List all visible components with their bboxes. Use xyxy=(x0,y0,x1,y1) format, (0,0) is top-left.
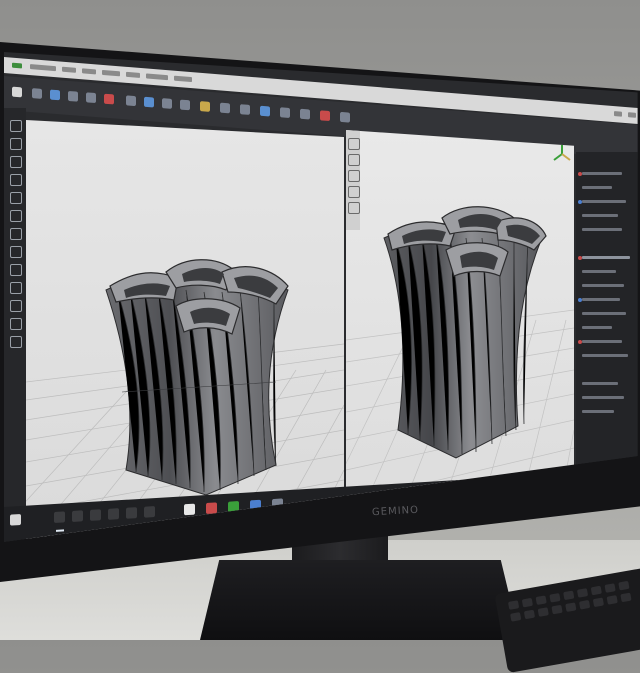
photo: GEMINO xyxy=(0,0,640,673)
app-icon[interactable] xyxy=(72,510,83,522)
tool-icon[interactable] xyxy=(340,111,350,123)
panel-row[interactable] xyxy=(582,354,628,357)
app-icon[interactable] xyxy=(206,502,217,514)
tool-icon[interactable] xyxy=(280,107,290,119)
rail-tool-icon[interactable] xyxy=(10,120,22,132)
panel-row[interactable] xyxy=(582,340,622,343)
panel-row[interactable] xyxy=(582,256,630,259)
move-icon[interactable] xyxy=(50,89,60,101)
rail-tool-icon[interactable] xyxy=(10,156,22,168)
left-tool-rail xyxy=(4,108,26,542)
tool-icon[interactable] xyxy=(104,93,114,105)
tool-icon[interactable] xyxy=(220,102,230,114)
tool-icon[interactable] xyxy=(200,101,210,112)
rail-tool-icon[interactable] xyxy=(10,264,22,276)
panel-row[interactable] xyxy=(582,298,620,301)
rail-tool-icon[interactable] xyxy=(10,192,22,204)
tool-icon[interactable] xyxy=(240,104,250,115)
rail-tool-icon[interactable] xyxy=(10,138,22,150)
panel-row[interactable] xyxy=(582,410,614,413)
rail-tool-icon[interactable] xyxy=(10,174,22,186)
taskbar-window-label[interactable] xyxy=(56,529,64,532)
panel-row[interactable] xyxy=(582,326,612,329)
scale-icon[interactable] xyxy=(86,92,96,104)
panel-row[interactable] xyxy=(582,200,626,203)
tool-icon[interactable] xyxy=(320,110,330,122)
tool-icon[interactable] xyxy=(180,99,190,111)
panel-row[interactable] xyxy=(582,312,626,315)
panel-row[interactable] xyxy=(582,186,612,189)
app-icon[interactable] xyxy=(126,507,137,519)
rail-tool-icon[interactable] xyxy=(10,282,22,294)
app-icon[interactable] xyxy=(144,506,155,518)
rail-tool-icon[interactable] xyxy=(10,318,22,330)
viewport-perspective[interactable] xyxy=(26,120,344,542)
monitor-stand-base xyxy=(200,560,520,640)
select-icon[interactable] xyxy=(32,88,42,99)
rail-tool-icon[interactable] xyxy=(10,228,22,240)
app-icon[interactable] xyxy=(54,511,65,524)
panel-row[interactable] xyxy=(582,172,622,175)
tool-icon[interactable] xyxy=(144,96,154,108)
panel-row[interactable] xyxy=(582,382,618,385)
panel-row[interactable] xyxy=(582,284,624,287)
viewport-secondary[interactable] xyxy=(346,130,574,525)
tool-icon[interactable] xyxy=(126,95,136,107)
app-icon[interactable] xyxy=(90,509,101,521)
rail-tool-icon[interactable] xyxy=(10,246,22,258)
rail-tool-icon[interactable] xyxy=(10,336,22,348)
panel-row[interactable] xyxy=(582,228,622,231)
rotate-icon[interactable] xyxy=(68,90,78,102)
tool-icon[interactable] xyxy=(300,108,310,120)
tool-icon[interactable] xyxy=(162,98,172,109)
tool-icon[interactable] xyxy=(260,105,270,117)
app-icon[interactable] xyxy=(184,503,195,516)
start-icon[interactable] xyxy=(10,513,21,526)
panel-row[interactable] xyxy=(582,214,618,217)
rail-tool-icon[interactable] xyxy=(10,300,22,312)
panel-row[interactable] xyxy=(582,270,616,273)
menu-icon[interactable] xyxy=(12,86,22,98)
vase-model-left xyxy=(105,259,289,496)
properties-panel xyxy=(576,152,638,492)
rail-tool-icon[interactable] xyxy=(10,210,22,222)
panel-row[interactable] xyxy=(582,396,624,399)
vase-model-right xyxy=(383,206,547,459)
app-icon[interactable] xyxy=(108,508,119,520)
